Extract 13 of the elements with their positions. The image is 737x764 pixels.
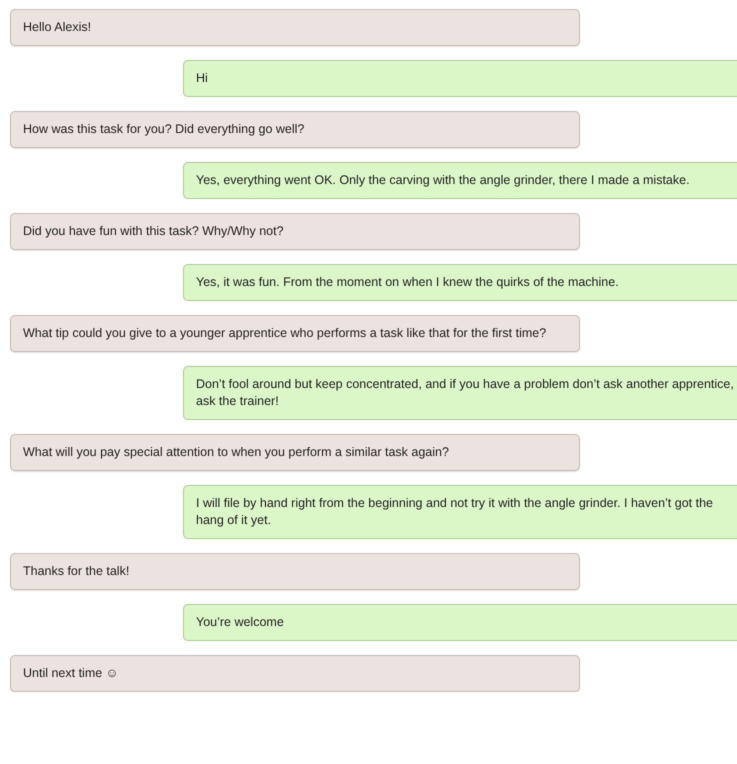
sent-message: You’re welcome — [183, 604, 737, 641]
sent-message: Hi — [183, 60, 737, 97]
received-message: Thanks for the talk! — [10, 553, 580, 590]
sent-message: Don’t fool around but keep concentrated, and if you have a problem don’t ask another apprentice, ask the trainer! — [183, 366, 737, 420]
sent-message: Yes, everything went OK. Only the carving with the angle grinder, there I made a mistake. — [183, 162, 737, 199]
received-message: How was this task for you? Did everything go well? — [10, 111, 580, 148]
received-message: What will you pay special attention to when you perform a similar task again? — [10, 434, 580, 471]
sent-message: I will file by hand right from the beginning and not try it with the angle grinder. I haven’t got the hang of it yet. — [183, 485, 737, 539]
received-message: Until next time ☺ — [10, 655, 580, 692]
sent-message: Yes, it was fun. From the moment on when I knew the quirks of the machine. — [183, 264, 737, 301]
received-message: Did you have fun with this task? Why/Why not? — [10, 213, 580, 250]
received-message: Hello Alexis! — [10, 9, 580, 46]
received-message: What tip could you give to a younger apprentice who performs a task like that for the first time? — [10, 315, 580, 352]
